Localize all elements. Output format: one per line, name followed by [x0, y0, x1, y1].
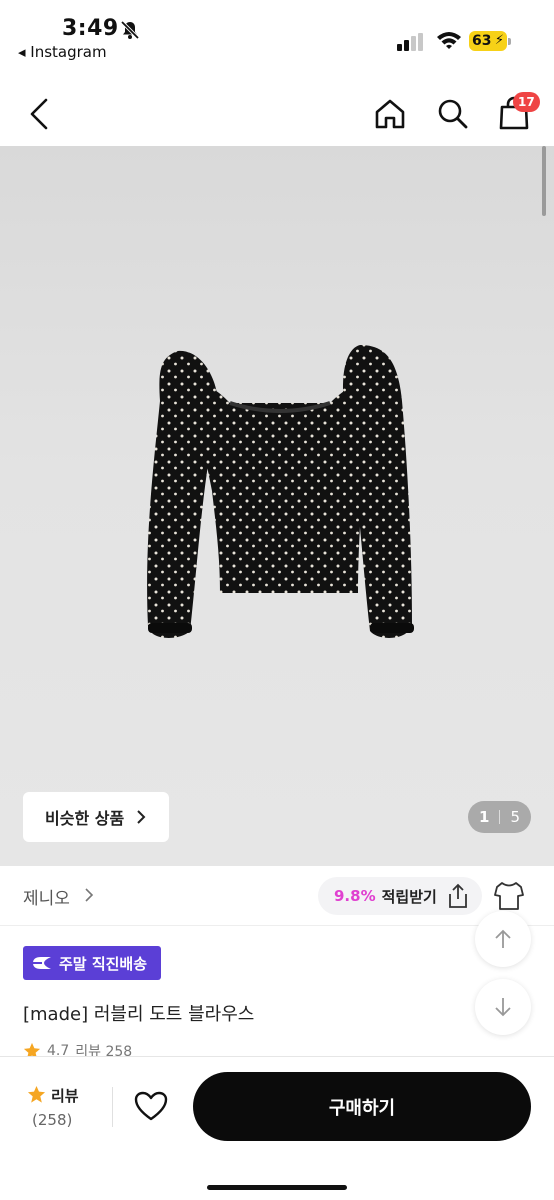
hanger-fitting-icon[interactable]	[493, 879, 525, 913]
back-arrow-icon[interactable]	[24, 94, 56, 134]
home-icon[interactable]	[373, 97, 407, 131]
product-title: [made] 러블리 도트 블라우스	[23, 1004, 255, 1025]
battery-tip	[508, 38, 511, 45]
pager-divider	[499, 810, 501, 824]
product-photo-dot-blouse	[147, 345, 414, 638]
home-indicator[interactable]	[207, 1185, 347, 1190]
current-page: 1	[479, 808, 490, 826]
arrow-up-icon	[495, 929, 511, 948]
status-bar: 3:49 ◂ Instagram 63 ⚡	[0, 0, 554, 70]
review-count[interactable]: (258)	[32, 1111, 72, 1129]
fast-delivery-icon	[31, 957, 51, 969]
weekend-delivery-badge: 주말 직진배송	[23, 946, 161, 980]
review-label[interactable]: 리뷰	[51, 1085, 79, 1106]
divider	[112, 1087, 113, 1127]
brand-row: 제니오 9.8% 적립받기	[0, 866, 554, 926]
battery-level: 63	[472, 33, 492, 49]
battery-indicator: 63 ⚡	[469, 31, 507, 51]
arrow-down-icon	[495, 998, 511, 1017]
top-navigation	[0, 80, 554, 148]
scroll-up-button[interactable]	[475, 911, 531, 967]
scroll-down-button[interactable]	[475, 979, 531, 1035]
chevron-right-icon	[85, 888, 94, 902]
charging-bolt-icon: ⚡	[494, 33, 504, 48]
page-scrollbar[interactable]	[542, 146, 546, 216]
points-label: 적립받기	[381, 887, 437, 906]
delivery-badge-label: 주말 직진배송	[59, 954, 148, 973]
status-time: 3:49	[62, 16, 119, 41]
wifi-icon	[437, 32, 461, 49]
cellular-signal-icon	[397, 33, 423, 51]
heart-wishlist-icon[interactable]	[134, 1091, 168, 1121]
chevron-right-icon	[137, 810, 146, 824]
star-icon	[27, 1085, 46, 1103]
similar-products-button[interactable]: 비슷한 상품	[23, 792, 169, 842]
share-icon[interactable]	[446, 883, 470, 909]
bottom-action-bar: 리뷰 (258) 구매하기	[0, 1056, 554, 1200]
points-percent: 9.8%	[334, 887, 376, 905]
similar-products-label: 비슷한 상품	[45, 809, 125, 828]
buy-button[interactable]: 구매하기	[193, 1072, 531, 1141]
product-image-gallery[interactable]: 비슷한 상품 1 5	[0, 146, 554, 866]
bell-muted-icon	[120, 20, 140, 40]
image-page-indicator: 1 5	[468, 801, 531, 833]
cart-count-badge: 17	[513, 92, 540, 112]
back-to-instagram-link[interactable]: ◂ Instagram	[18, 43, 107, 61]
total-pages: 5	[510, 808, 520, 826]
search-icon[interactable]	[436, 97, 470, 131]
brand-name-link[interactable]: 제니오	[23, 884, 70, 909]
